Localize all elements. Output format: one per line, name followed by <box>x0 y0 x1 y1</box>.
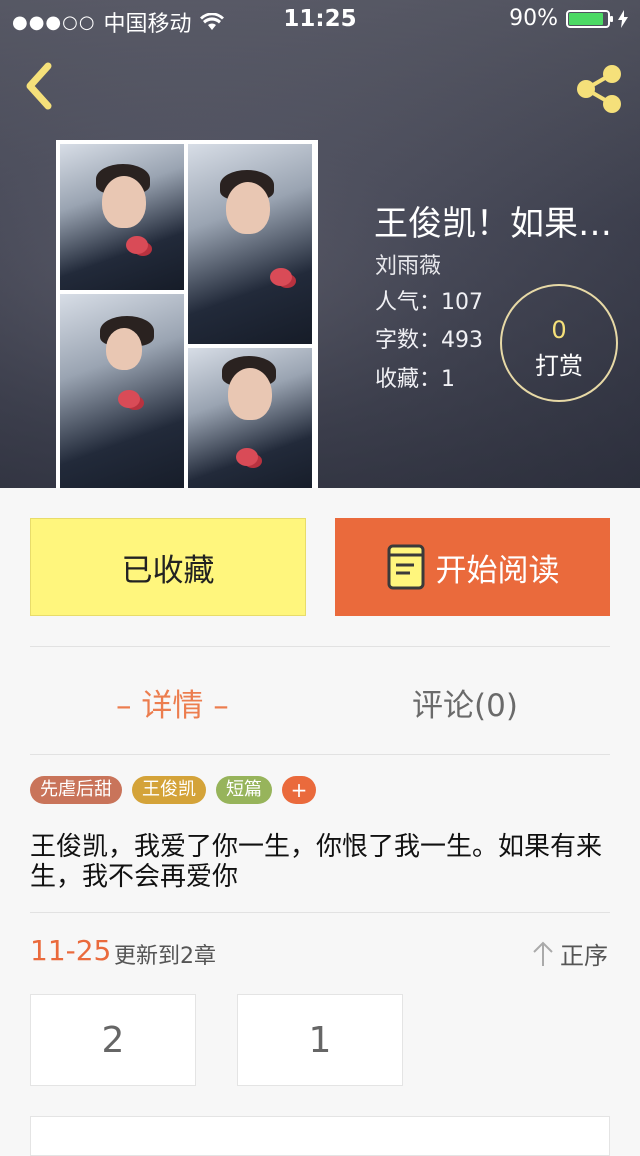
cover-photo <box>188 348 312 488</box>
chapter-item[interactable]: 1 <box>237 994 403 1086</box>
stat-popularity: 人气：107 <box>375 290 483 315</box>
stat-word-count: 字数：493 <box>375 328 483 353</box>
book-title: 王俊凯！如果… <box>374 204 612 244</box>
back-button[interactable] <box>18 60 62 112</box>
tip-button[interactable]: 0 打赏 <box>500 284 618 402</box>
divider <box>30 912 610 913</box>
battery-fill <box>569 12 603 25</box>
book-cover[interactable] <box>56 140 318 488</box>
book-header: ●●●○○ 中国移动 11:25 90% 王俊凯！如果… 刘雨薇 人气：107 … <box>0 0 640 488</box>
start-reading-label: 开始阅读 <box>435 552 560 589</box>
favorite-button[interactable]: 已收藏 <box>30 518 306 616</box>
arrow-up-icon <box>533 941 553 966</box>
status-right: 90% <box>509 6 628 31</box>
add-tag-button[interactable]: + <box>282 776 316 804</box>
stat-favorites: 收藏：1 <box>375 367 455 392</box>
chapter-item[interactable]: 2 <box>30 994 196 1086</box>
battery-percent: 90% <box>509 6 558 31</box>
tag-list: 先虐后甜 王俊凯 短篇 + <box>30 776 316 804</box>
tag[interactable]: 先虐后甜 <box>30 776 122 804</box>
tab-comments[interactable]: 评论(0) <box>412 680 518 725</box>
start-reading-button[interactable]: 开始阅读 <box>335 518 610 616</box>
tag[interactable]: 王俊凯 <box>132 776 206 804</box>
cover-photo <box>188 144 312 344</box>
cover-photo <box>60 144 184 290</box>
share-icon <box>577 65 621 113</box>
tab-detail[interactable]: – 详情 – <box>116 680 229 725</box>
chevron-left-icon <box>26 62 52 110</box>
sort-order-label: 正序 <box>560 942 608 970</box>
book-author[interactable]: 刘雨薇 <box>375 248 441 280</box>
tip-label: 打赏 <box>535 352 583 380</box>
book-description: 王俊凯，我爱了你一生，你恨了我一生。如果有来生，我不会再爱你 <box>30 832 603 892</box>
bottom-card <box>30 1116 610 1156</box>
book-icon <box>387 544 424 590</box>
update-date: 11-25 <box>30 934 112 967</box>
share-button[interactable] <box>572 62 626 116</box>
battery-icon <box>566 9 613 28</box>
charging-bolt-icon <box>618 9 628 28</box>
favorite-button-label: 已收藏 <box>121 552 215 589</box>
divider <box>30 754 610 755</box>
tag[interactable]: 短篇 <box>216 776 272 804</box>
update-status: 更新到2章 <box>114 944 216 969</box>
sort-order-button[interactable]: 正序 <box>532 936 608 971</box>
cover-photo <box>60 294 184 488</box>
divider <box>30 646 610 647</box>
status-bar: ●●●○○ 中国移动 11:25 90% <box>0 0 640 40</box>
tip-count: 0 <box>551 316 567 344</box>
